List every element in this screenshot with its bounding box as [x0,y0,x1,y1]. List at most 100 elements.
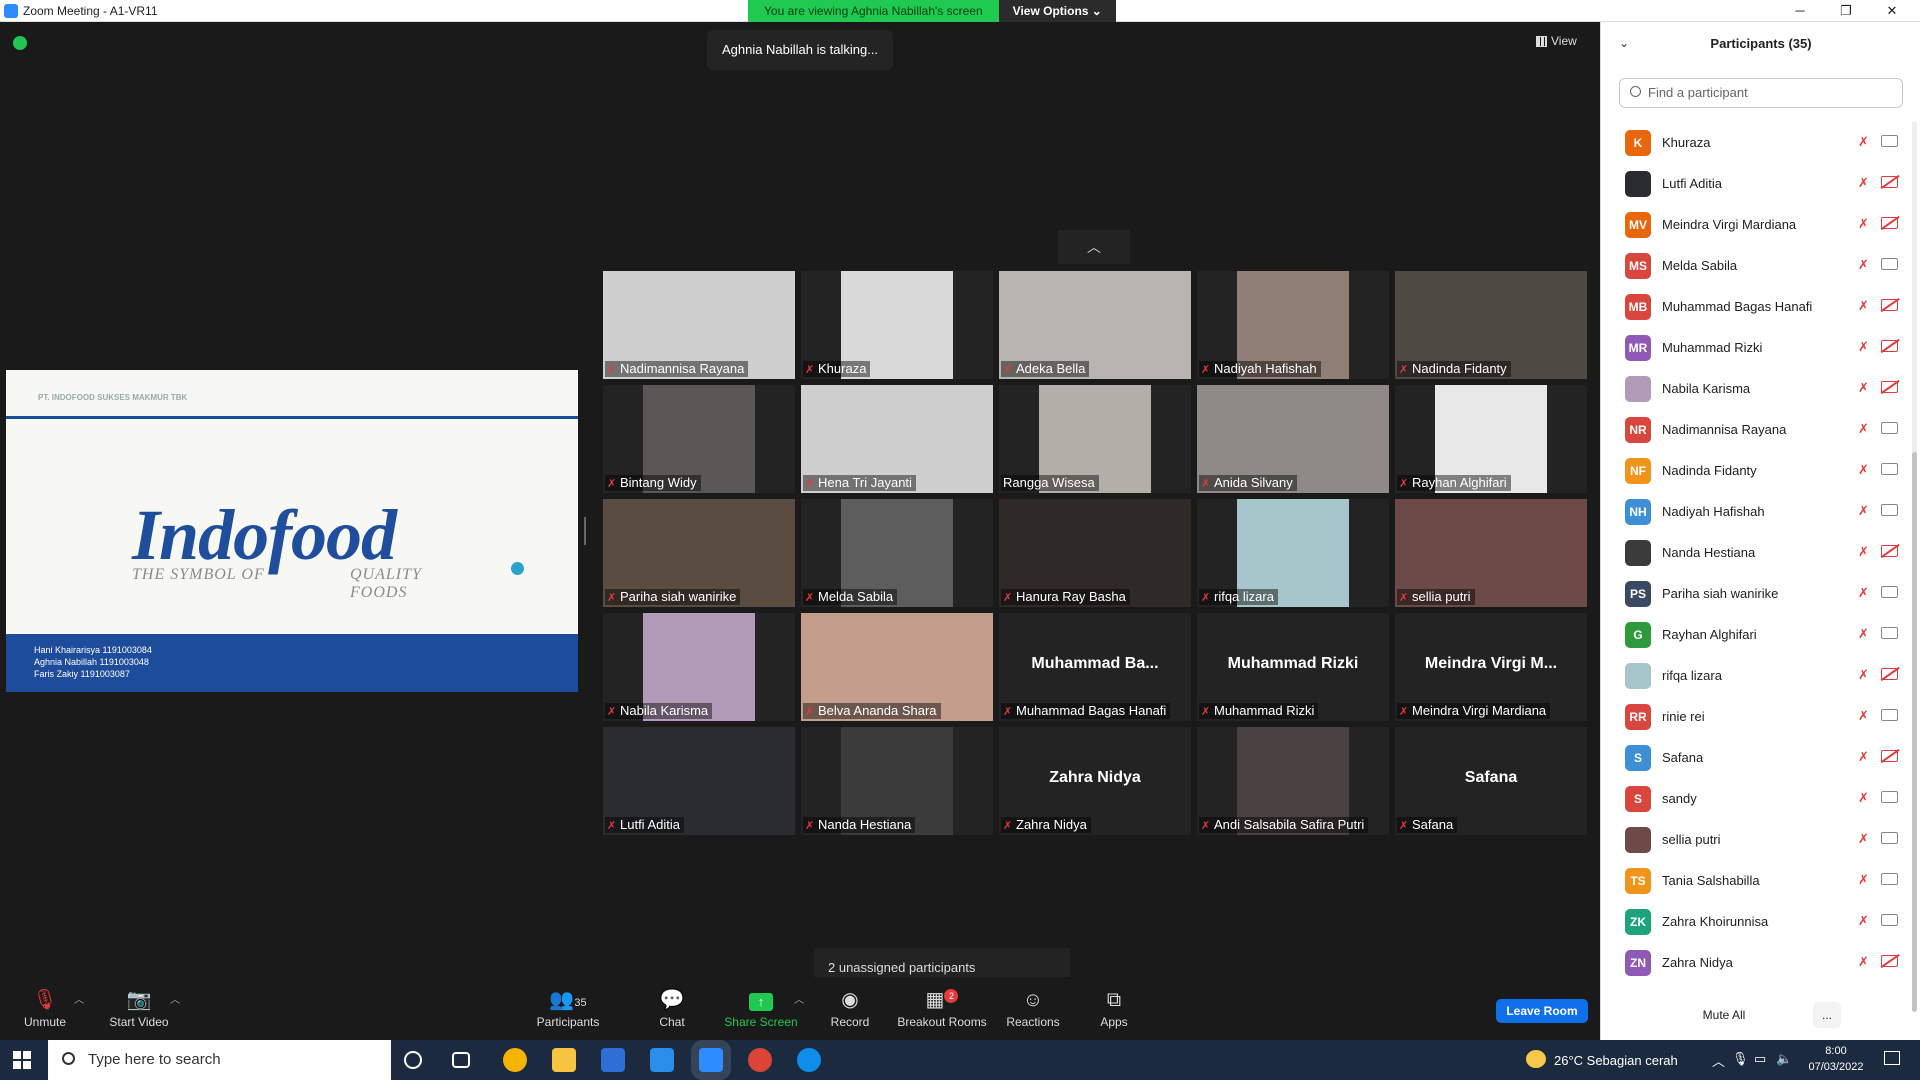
video-tile[interactable]: ✗ Rayhan Alghifari [1395,385,1587,493]
view-options-button[interactable]: View Options ⌄ [998,0,1116,22]
share-screen-button[interactable]: ↑ Share Screen [724,985,798,1035]
participant-avatar: MB [1625,294,1651,320]
teamviewer-icon[interactable] [797,1048,821,1072]
video-tile[interactable]: ✗ Nadiyah Hafishah [1197,271,1389,379]
minimize-button[interactable]: ─ [1780,2,1820,20]
participant-row[interactable]: RR rinie rei ✗ [1601,696,1911,737]
network-icon[interactable]: ▭ [1754,1051,1766,1067]
participant-row[interactable]: G Rayhan Alghifari ✗ [1601,614,1911,655]
leave-room-button[interactable]: Leave Room [1496,999,1588,1023]
restore-button[interactable]: ❐ [1826,2,1866,20]
participant-row[interactable]: ZK Zahra Khoirunnisa ✗ [1601,901,1911,942]
split-view-handle[interactable] [584,517,586,545]
mail-icon[interactable] [650,1048,674,1072]
tray-overflow-icon[interactable]: ︿ [1712,1051,1725,1070]
weather-text[interactable]: 26°C Sebagian cerah [1554,1053,1678,1068]
start-video-button[interactable]: 📷 Start Video [104,985,174,1035]
video-options-caret[interactable]: ︿ [170,991,180,1006]
video-tile[interactable]: Safana ✗ Safana [1395,727,1587,835]
tile-participant-name: Rayhan Alghifari [1412,475,1507,490]
taskbar-clock[interactable]: 8:00 07/03/2022 [1800,1043,1872,1075]
participant-list-scrollbar[interactable] [1912,122,1917,1012]
scrollbar-thumb[interactable] [1912,452,1917,1012]
close-button[interactable]: ✕ [1872,2,1912,20]
video-tile[interactable]: ✗ Lutfi Aditia [603,727,795,835]
participant-row[interactable]: Ssandy ✗ [1601,778,1911,819]
video-tile[interactable]: ✗ Hena Tri Jayanti [801,385,993,493]
record-button[interactable]: ◉ Record [826,985,874,1035]
participant-row[interactable]: NH Nadiyah Hafishah ✗ [1601,491,1911,532]
participant-row[interactable]: Lutfi Aditia ✗ [1601,163,1911,204]
video-tile[interactable]: ✗ rifqa lizara [1197,499,1389,607]
muted-mic-icon: ✗ [607,478,617,490]
participant-row[interactable]: S Safana ✗ [1601,737,1911,778]
participants-button[interactable]: 👥35 Participants [532,985,604,1035]
participant-row[interactable]: TS Tania Salshabilla ✗ [1601,860,1911,901]
video-tile[interactable]: ✗ Nanda Hestiana [801,727,993,835]
participant-row[interactable]: PS Pariha siah wanirike ✗ [1601,573,1911,614]
participant-search-input[interactable]: Find a participant [1619,78,1903,108]
video-tile[interactable]: ✗ Nadinda Fidanty [1395,271,1587,379]
reactions-button[interactable]: ☺ Reactions [1004,985,1062,1035]
taskbar-search-input[interactable]: Type here to search [48,1040,391,1080]
video-icon [1881,832,1898,844]
zoom-taskbar-icon[interactable] [699,1048,723,1072]
breakout-rooms-button[interactable]: ▦ 2 Breakout Rooms [896,985,988,1035]
notifications-icon[interactable] [1884,1051,1900,1065]
file-explorer-icon[interactable] [552,1048,576,1072]
volume-icon[interactable]: 🔈 [1776,1051,1792,1067]
task-view-icon[interactable] [452,1052,470,1068]
chrome-icon[interactable] [503,1048,527,1072]
participant-row[interactable]: MS Melda Sabila ✗ [1601,245,1911,286]
participant-row[interactable]: NR Nadimannisa Rayana ✗ [1601,409,1911,450]
video-tile[interactable]: ✗ Bintang Widy [603,385,795,493]
tile-participant-name: rifqa lizara [1214,589,1274,604]
view-button[interactable]: View [1536,30,1590,52]
chrome-profile-icon[interactable] [748,1048,772,1072]
participant-row[interactable]: rifqa lizara ✗ [1601,655,1911,696]
unmute-button[interactable]: 🎙 Unmute [14,985,76,1035]
video-tile[interactable]: ✗ Nabila Karisma [603,613,795,721]
participant-row[interactable]: MR Muhammad Rizki ✗ [1601,327,1911,368]
video-tile[interactable]: ✗ Melda Sabila [801,499,993,607]
audio-options-caret[interactable]: ︿ [74,991,84,1006]
microsoft-store-icon[interactable] [601,1048,625,1072]
windows-start-icon[interactable] [13,1051,31,1069]
tagline-right: QUALITY FOODS [350,566,422,601]
video-tile[interactable]: ✗ Adeka Bella [999,271,1191,379]
video-tile[interactable]: Rangga Wisesa [999,385,1191,493]
participant-row[interactable]: Nabila Karisma ✗ [1601,368,1911,409]
share-screen-icon: ↑ [724,989,798,1011]
video-tile[interactable]: Zahra Nidya ✗ Zahra Nidya [999,727,1191,835]
tile-display-name: Muhammad Ba... [1031,655,1159,672]
participant-row[interactable]: K Khuraza ✗ [1601,122,1911,163]
video-tile[interactable]: ✗ Andi Salsabila Safira Putri [1197,727,1389,835]
video-tile[interactable]: ✗ Anida Silvany [1197,385,1389,493]
gallery-up-arrow[interactable]: ︿ [1058,230,1130,264]
video-tile[interactable]: ✗ Nadimannisa Rayana [603,271,795,379]
video-tile[interactable]: Muhammad Ba... ✗ Muhammad Bagas Hanafi [999,613,1191,721]
weather-icon[interactable] [1526,1050,1546,1068]
video-tile[interactable]: ✗ Hanura Ray Basha [999,499,1191,607]
encryption-shield-icon[interactable] [13,36,27,50]
video-tile[interactable]: Muhammad Rizki ✗ Muhammad Rizki [1197,613,1389,721]
video-tile[interactable]: Meindra Virgi M... ✗ Meindra Virgi Mardian… [1395,613,1587,721]
video-tile[interactable]: ✗ sellia putri [1395,499,1587,607]
apps-button[interactable]: ⧉ Apps [1092,985,1136,1035]
mute-all-button[interactable]: Mute All [1671,1002,1777,1028]
video-tile[interactable]: ✗ Khuraza [801,271,993,379]
participant-row[interactable]: NF Nadinda Fidanty ✗ [1601,450,1911,491]
participant-row[interactable]: MV Meindra Virgi Mardiana ✗ [1601,204,1911,245]
video-tile[interactable]: ✗ Belva Ananda Shara [801,613,993,721]
participant-row[interactable]: MB Muhammad Bagas Hanafi ✗ [1601,286,1911,327]
tile-participant-name: Khuraza [818,361,867,376]
chat-button[interactable]: 💬 Chat [648,985,696,1035]
microphone-tray-icon[interactable]: 🎙 [1732,1051,1749,1067]
more-options-button[interactable]: ... [1813,1002,1841,1028]
video-tile[interactable]: ✗ Pariha siah wanirike [603,499,795,607]
participant-row[interactable]: sellia putri ✗ [1601,819,1911,860]
cortana-icon[interactable] [404,1051,422,1069]
participant-row[interactable]: Nanda Hestiana ✗ [1601,532,1911,573]
share-options-caret[interactable]: ︿ [794,991,804,1006]
participant-row[interactable]: ZN Zahra Nidya ✗ [1601,942,1911,983]
